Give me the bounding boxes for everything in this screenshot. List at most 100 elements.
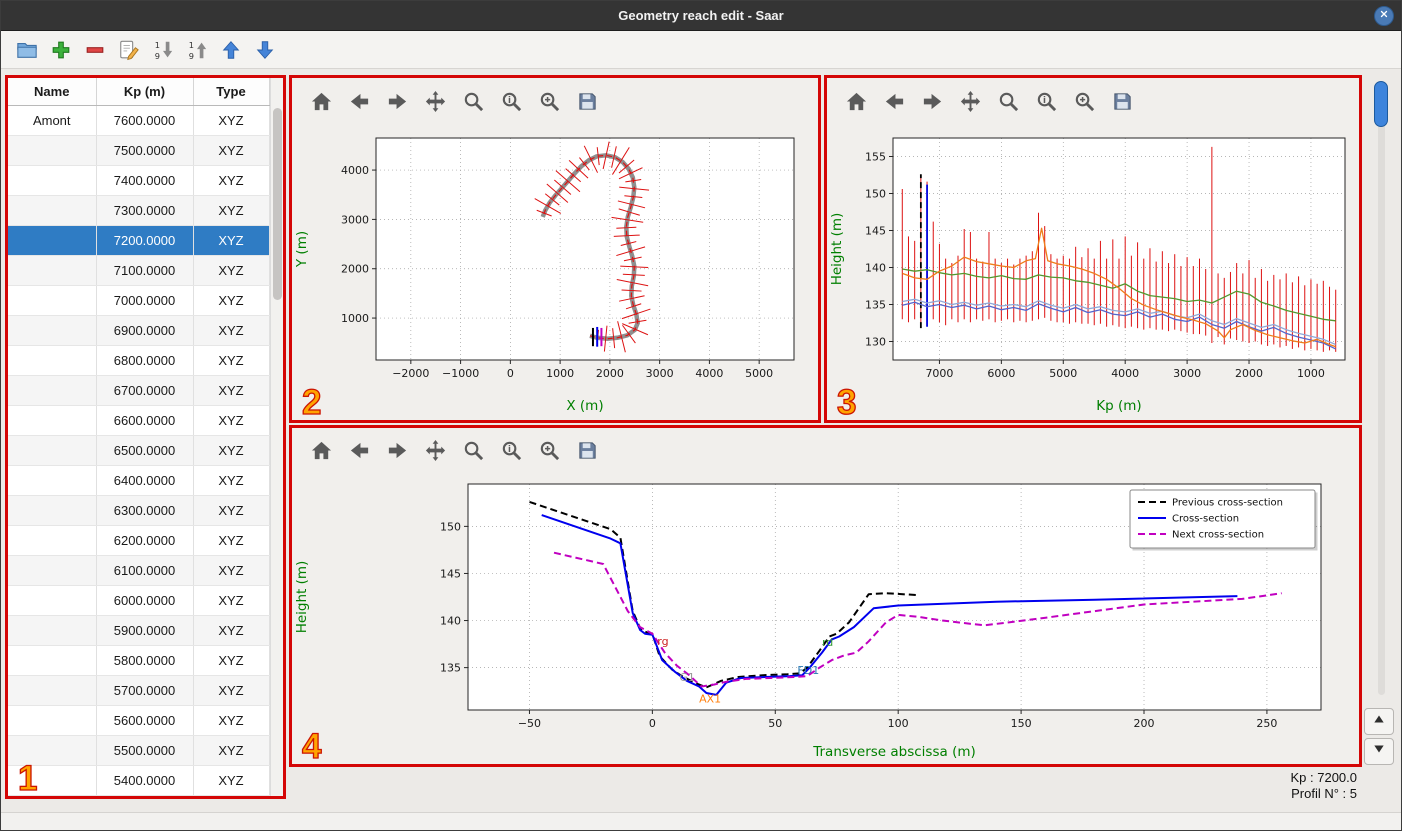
table-scrollbar[interactable] [269, 78, 283, 796]
table-row[interactable]: 5600.0000 XYZ [8, 705, 270, 736]
svg-text:1000: 1000 [546, 367, 574, 380]
sort-ascending-icon: 19 [152, 39, 174, 61]
table-row[interactable]: 5700.0000 XYZ [8, 675, 270, 706]
table-row[interactable]: 7400.0000 XYZ [8, 165, 270, 196]
cross-section-panel: i −50 0 50 100 150 200 250 135 140 145 150 Transver… [289, 425, 1362, 767]
zoom-rect-icon [1073, 90, 1096, 113]
svg-text:−2000: −2000 [392, 367, 429, 380]
table-row[interactable]: 5400.0000 XYZ [8, 765, 270, 797]
table-row[interactable]: 6200.0000 XYZ [8, 525, 270, 556]
column-header-name[interactable]: Name [8, 78, 97, 106]
add-button[interactable] [47, 36, 75, 64]
save-icon [576, 90, 599, 113]
table-row[interactable]: 6800.0000 XYZ [8, 345, 270, 376]
zoom-button[interactable] [460, 435, 486, 465]
svg-text:9: 9 [155, 51, 160, 61]
edit-icon [118, 39, 140, 61]
table-area: Name Kp (m) Type Amont 7600.0000 XYZ 7500.0… [8, 78, 283, 797]
svg-text:140: 140 [440, 615, 461, 628]
svg-text:145: 145 [865, 225, 886, 238]
sort-descending-button[interactable]: 19 [183, 36, 211, 64]
table-row[interactable]: 7100.0000 XYZ [8, 255, 270, 286]
forward-button[interactable] [919, 86, 945, 116]
back-icon [348, 439, 371, 462]
save-button[interactable] [574, 435, 600, 465]
table-body: Amont 7600.0000 XYZ 7500.0000 XYZ 7400.0000 XY… [8, 105, 270, 797]
cross-section-chart[interactable]: −50 0 50 100 150 200 250 135 140 145 150 Transverse… [292, 472, 1359, 762]
table-row[interactable]: 6300.0000 XYZ [8, 495, 270, 526]
forward-button[interactable] [384, 435, 410, 465]
table-row[interactable]: 5900.0000 XYZ [8, 615, 270, 646]
save-button[interactable] [1109, 86, 1135, 116]
svg-text:1: 1 [155, 40, 160, 50]
table-row[interactable]: 7500.0000 XYZ [8, 135, 270, 166]
table-row[interactable]: 7200.0000 XYZ [8, 225, 270, 256]
svg-text:Height (m): Height (m) [829, 213, 845, 286]
table-row[interactable]: 6600.0000 XYZ [8, 405, 270, 436]
long-profile-chart[interactable]: 7000 6000 5000 4000 3000 2000 1000 130 135 140 145… [827, 124, 1359, 416]
table-row[interactable]: 6500.0000 XYZ [8, 435, 270, 466]
home-button[interactable] [308, 435, 334, 465]
close-button[interactable] [1374, 6, 1394, 26]
add-icon [50, 39, 72, 61]
profile-slider-track[interactable] [1378, 81, 1385, 695]
table-row[interactable]: 6000.0000 XYZ [8, 585, 270, 616]
edit-button[interactable] [115, 36, 143, 64]
move-down-button[interactable] [251, 36, 279, 64]
zoom-info-icon: i [500, 439, 523, 462]
table-row[interactable]: 6700.0000 XYZ [8, 375, 270, 406]
table-row[interactable]: 7000.0000 XYZ [8, 285, 270, 316]
column-header-kp[interactable]: Kp (m) [96, 78, 194, 106]
pan-button[interactable] [422, 86, 448, 116]
zoom-rect-button[interactable] [536, 86, 562, 116]
back-button[interactable] [881, 86, 907, 116]
svg-text:7000: 7000 [925, 367, 953, 380]
zoom-info-icon: i [1035, 90, 1058, 113]
svg-text:Kp (m): Kp (m) [1096, 398, 1141, 414]
zoom-rect-button[interactable] [1071, 86, 1097, 116]
table-row[interactable]: Amont 7600.0000 XYZ [8, 105, 270, 136]
pan-icon [959, 90, 982, 113]
zoom-info-button[interactable]: i [498, 435, 524, 465]
zoom-button[interactable] [995, 86, 1021, 116]
zoom-icon [997, 90, 1020, 113]
sort-ascending-button[interactable]: 19 [149, 36, 177, 64]
pan-button[interactable] [957, 86, 983, 116]
back-icon [883, 90, 906, 113]
move-up-icon [220, 39, 242, 61]
table-row[interactable]: 6100.0000 XYZ [8, 555, 270, 586]
zoom-info-button[interactable]: i [1033, 86, 1059, 116]
back-button[interactable] [346, 435, 372, 465]
svg-text:2000: 2000 [1235, 367, 1263, 380]
next-profile-button[interactable] [1364, 738, 1394, 765]
move-up-button[interactable] [217, 36, 245, 64]
status-profil: Profil N° : 5 [1291, 786, 1357, 801]
plan-view-chart[interactable]: −2000 −1000 0 1000 2000 3000 4000 5000 1000 2000 3… [292, 124, 818, 416]
svg-text:145: 145 [440, 567, 461, 580]
triangle-up-icon [1372, 712, 1386, 731]
table-scrollbar-thumb[interactable] [272, 108, 282, 300]
zoom-info-button[interactable]: i [498, 86, 524, 116]
pan-button[interactable] [422, 435, 448, 465]
table-row[interactable]: 5500.0000 XYZ [8, 735, 270, 766]
folder-open-button[interactable] [13, 36, 41, 64]
svg-text:3000: 3000 [1173, 367, 1201, 380]
save-button[interactable] [574, 86, 600, 116]
remove-button[interactable] [81, 36, 109, 64]
previous-profile-button[interactable] [1364, 708, 1394, 735]
table-row[interactable]: 5800.0000 XYZ [8, 645, 270, 676]
svg-text:Previous cross-section: Previous cross-section [1172, 498, 1283, 509]
svg-text:150: 150 [865, 188, 886, 201]
home-button[interactable] [843, 86, 869, 116]
table-row[interactable]: 6400.0000 XYZ [8, 465, 270, 496]
table-row[interactable]: 7300.0000 XYZ [8, 195, 270, 226]
zoom-button[interactable] [460, 86, 486, 116]
home-button[interactable] [308, 86, 334, 116]
forward-button[interactable] [384, 86, 410, 116]
back-button[interactable] [346, 86, 372, 116]
zoom-rect-button[interactable] [536, 435, 562, 465]
column-header-type[interactable]: Type [193, 78, 270, 106]
plan-view-toolbar: i [292, 78, 818, 124]
table-row[interactable]: 6900.0000 XYZ [8, 315, 270, 346]
profile-slider-thumb[interactable] [1374, 81, 1388, 127]
